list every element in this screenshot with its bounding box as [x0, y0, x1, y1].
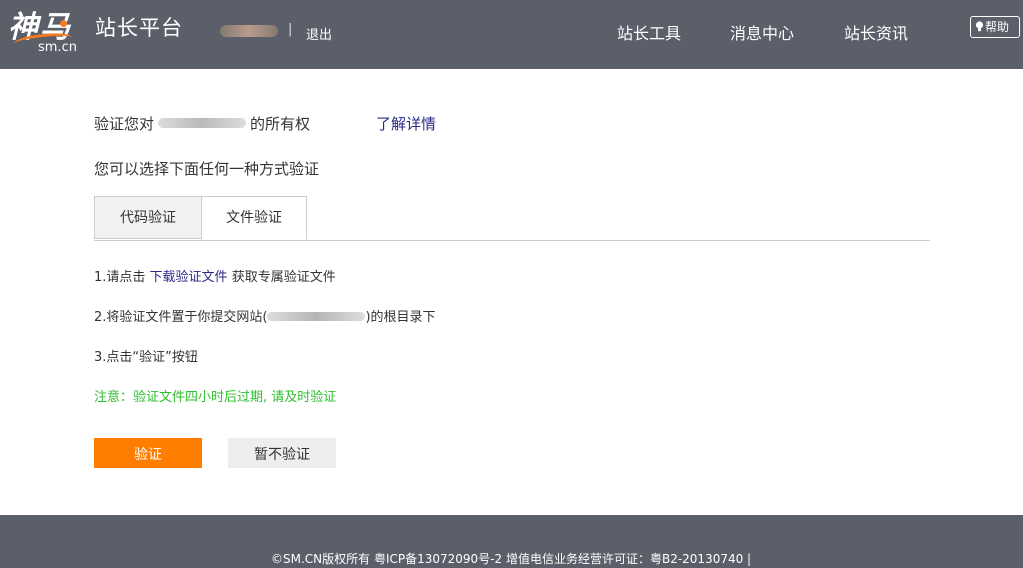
download-verify-file-link[interactable]: 下载验证文件 [150, 270, 228, 285]
shenma-logo[interactable]: 神马 sm.cn [8, 4, 88, 60]
nav-webmaster-tools[interactable]: 站长工具 [617, 20, 681, 44]
username-redacted [220, 25, 278, 37]
help-button[interactable]: 帮助 [970, 16, 1020, 38]
domain-redacted-2 [267, 312, 366, 321]
step2-prefix: 2.将验证文件置于你提交网站( [94, 310, 268, 325]
nav-message-center[interactable]: 消息中心 [730, 20, 794, 44]
step1-prefix: 1.请点击 [94, 270, 146, 285]
expiry-note: 注意：验证文件四小时后过期, 请及时验证 [94, 390, 337, 405]
verify-prefix: 验证您对 [94, 115, 155, 133]
skip-verify-button[interactable]: 暂不验证 [228, 438, 336, 468]
logout-link[interactable]: 退出 [306, 24, 332, 43]
domain-redacted [158, 118, 247, 128]
logo-dot [60, 20, 67, 27]
step-3: 3.点击“验证”按钮 [94, 350, 198, 365]
logo-subtext: sm.cn [38, 40, 77, 55]
verify-suffix: 的所有权 [250, 115, 311, 133]
step1-suffix: 获取专属验证文件 [231, 270, 336, 285]
top-header: 神马 sm.cn 站长平台 | 退出 站长工具 消息中心 站长资讯 帮助 [0, 0, 1023, 69]
step-2: 2.将验证文件置于你提交网站( )的根目录下 [94, 306, 436, 325]
nav-webmaster-news[interactable]: 站长资讯 [844, 20, 908, 44]
tab-code-verify[interactable]: 代码验证 [94, 196, 201, 239]
lightbulb-icon [975, 21, 984, 32]
platform-title: 站长平台 [95, 16, 183, 40]
step-1: 1.请点击 下载验证文件 获取专属验证文件 [94, 266, 336, 285]
page-footer: ©SM.CN版权所有 粤ICP备13072090号-2 增值电信业务经营许可证：… [0, 515, 1023, 568]
copyright-text: ©SM.CN版权所有 粤ICP备13072090号-2 增值电信业务经营许可证：… [271, 552, 752, 566]
header-separator: | [288, 22, 293, 37]
verify-button[interactable]: 验证 [94, 438, 202, 468]
help-label: 帮助 [985, 20, 1010, 34]
ownership-heading: 验证您对 的所有权 [94, 113, 310, 134]
verify-method-tabs: 代码验证 文件验证 [94, 196, 930, 241]
step2-suffix: )的根目录下 [365, 310, 436, 325]
learn-more-link[interactable]: 了解详情 [376, 113, 436, 134]
tab-file-verify[interactable]: 文件验证 [201, 196, 307, 240]
choose-method-text: 您可以选择下面任何一种方式验证 [94, 160, 320, 178]
